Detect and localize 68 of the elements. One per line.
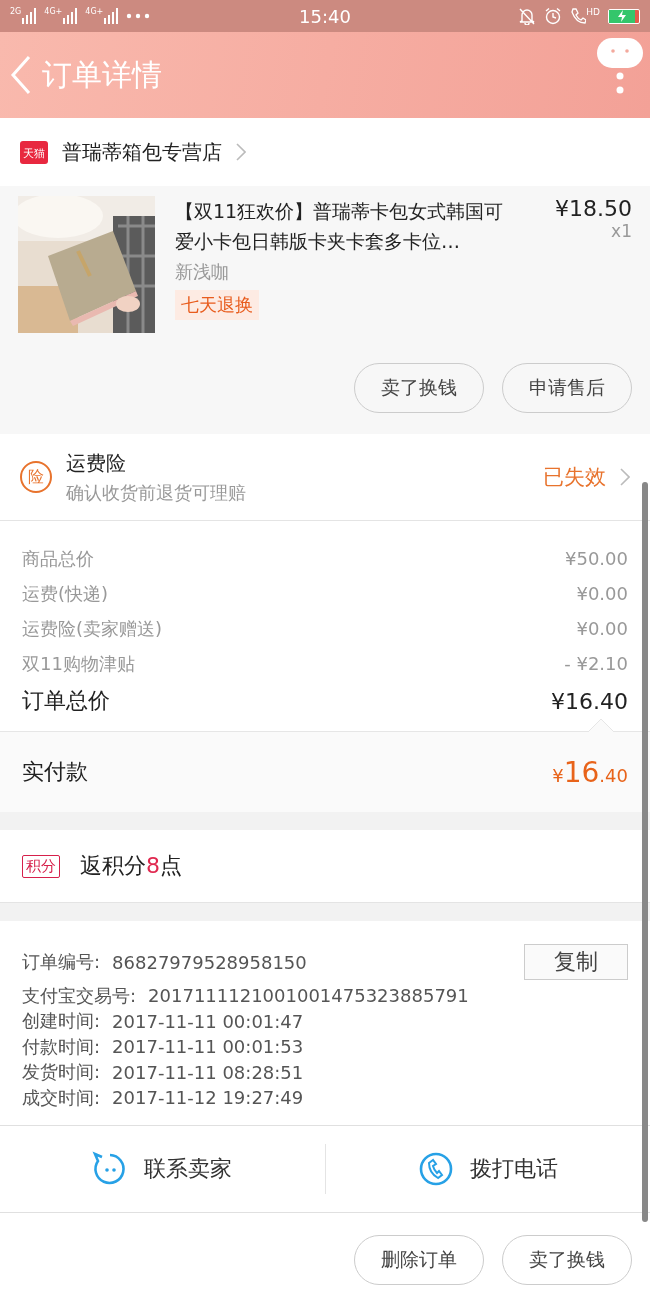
hd-label: HD (586, 7, 600, 17)
info-label: 付款时间: (22, 1034, 101, 1059)
info-value: 2017-11-11 08:28:51 (112, 1061, 304, 1083)
info-label: 创建时间: (22, 1009, 101, 1034)
contact-button[interactable]: 拨打电话 (325, 1150, 650, 1187)
store-name: 普瑞蒂箱包专营店 (62, 138, 222, 166)
info-value: 2017111121001001475323885791 (148, 985, 469, 1007)
points-badge: 积分 (22, 854, 60, 878)
action-button[interactable]: 卖了换钱 (502, 1234, 632, 1285)
paid-decimal: .40 (599, 764, 628, 786)
info-value: 2017-11-12 19:27:49 (112, 1087, 304, 1109)
signal-icon (63, 8, 78, 24)
product-title[interactable]: 【双11狂欢价】普瑞蒂卡包女式韩国可爱小卡包日韩版卡夹卡套多卡位… (175, 196, 520, 256)
page-title: 订单详情 (42, 55, 162, 94)
info-value: 86827979528958150 (112, 951, 307, 973)
product-price: ¥18.50 (555, 196, 632, 221)
price-label: 双11购物津贴 (22, 651, 135, 676)
info-value: 2017-11-11 00:01:47 (112, 1010, 304, 1032)
price-label: 运费险(卖家赠送) (22, 616, 163, 641)
more-icon (126, 13, 151, 19)
network-label: 4G+ (44, 8, 63, 16)
return-tag: 七天退换 (175, 290, 259, 320)
phone-icon (570, 7, 587, 25)
copy-button[interactable]: 复制 (524, 944, 628, 980)
insurance-title: 运费险 (66, 449, 127, 477)
menu-button[interactable] (597, 38, 643, 94)
price-label: 订单总价 (22, 687, 110, 715)
price-value: ¥0.00 (576, 583, 628, 604)
network-label: 2G (10, 8, 22, 16)
action-button[interactable]: 卖了换钱 (354, 363, 484, 413)
action-button[interactable]: 删除订单 (354, 1234, 484, 1285)
signal-icon (22, 8, 37, 24)
price-value: ¥0.00 (576, 618, 628, 639)
chat-bubble-icon (597, 38, 643, 68)
insurance-status: 已失效 (543, 464, 606, 491)
price-label: 商品总价 (22, 546, 94, 571)
paid-amount: 16 (563, 755, 600, 789)
network-label: 4G+ (85, 8, 104, 16)
scrollbar[interactable] (642, 482, 648, 1222)
info-label: 订单编号: (22, 950, 101, 974)
signal-icon (104, 8, 119, 24)
back-icon (10, 55, 32, 95)
paid-label: 实付款 (22, 758, 88, 786)
dots-icon (616, 72, 624, 94)
info-label: 支付宝交易号: (22, 983, 137, 1008)
points-text: 返积分8点 (80, 852, 182, 880)
price-label: 运费(快递) (22, 581, 109, 606)
contact-button[interactable]: 联系卖家 (0, 1150, 325, 1187)
price-value: - ¥2.10 (564, 653, 628, 674)
action-button[interactable]: 申请售后 (502, 363, 632, 413)
clock-time: 15:40 (299, 5, 351, 27)
shop-link[interactable]: 天猫 普瑞蒂箱包专营店 (0, 118, 650, 186)
paid-currency: ¥ (552, 764, 564, 786)
info-label: 成交时间: (22, 1085, 101, 1110)
insurance-badge: 险 (20, 461, 52, 493)
price-value: ¥16.40 (551, 688, 628, 714)
price-value: ¥50.00 (565, 548, 628, 569)
quantity: x1 (611, 221, 632, 241)
store-badge: 天猫 (20, 140, 48, 164)
alarm-icon (544, 7, 563, 25)
info-label: 发货时间: (22, 1060, 101, 1085)
chevron-icon (620, 468, 630, 486)
insurance-description: 确认收货前退货可理赔 (66, 480, 247, 505)
product-variant: 新浅咖 (175, 260, 229, 284)
muted-bell-icon (518, 7, 537, 25)
chevron-icon (236, 143, 246, 161)
info-value: 2017-11-11 00:01:53 (112, 1036, 304, 1058)
phone-icon (417, 1150, 454, 1187)
